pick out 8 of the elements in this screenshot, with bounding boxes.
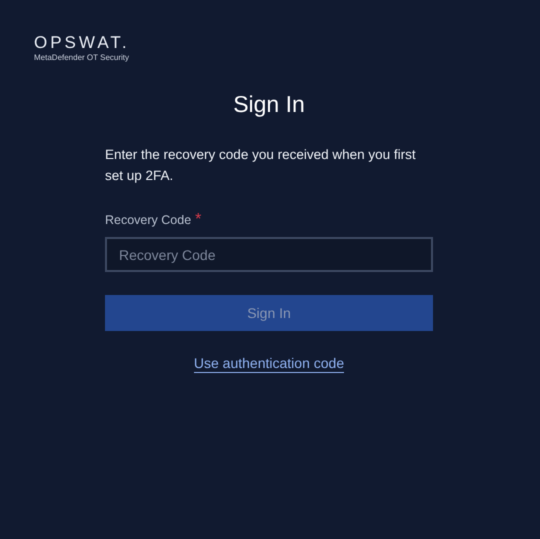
- brand-logo: OPSWAT.: [34, 34, 130, 52]
- recovery-code-field[interactable]: Recovery Code: [105, 237, 433, 272]
- product-name: MetaDefender OT Security: [34, 53, 130, 63]
- auth-code-link[interactable]: Use authentication code: [194, 355, 344, 373]
- page-title: Sign In: [233, 91, 305, 118]
- field-label: Recovery Code: [105, 213, 192, 227]
- instruction-text: Enter the recovery code you received when you first set up 2FA.: [105, 146, 417, 185]
- required-mark: *: [195, 211, 202, 229]
